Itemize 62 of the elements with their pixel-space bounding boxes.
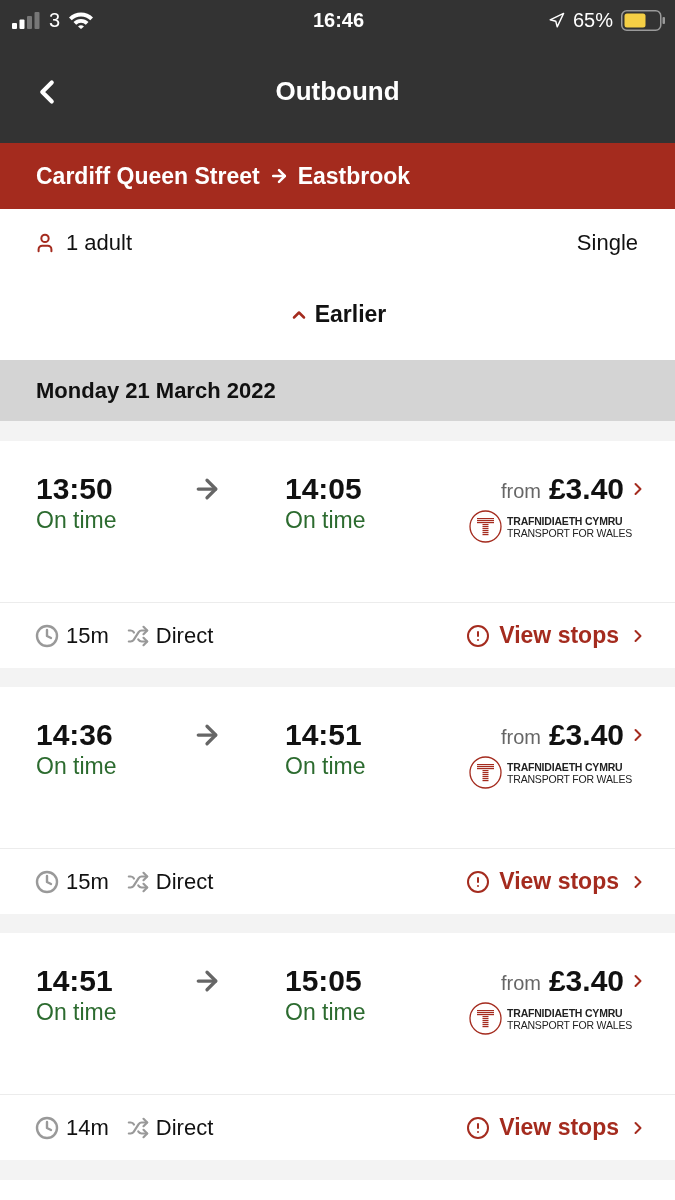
clock-icon	[35, 623, 59, 648]
signal-icon	[12, 11, 40, 29]
price-prefix: from	[500, 479, 541, 503]
arrival-status: On time	[285, 752, 367, 780]
journey-duration: 15m	[66, 622, 109, 649]
departure-time: 14:36	[36, 718, 114, 752]
wifi-icon	[69, 11, 94, 29]
clock-icon	[35, 1115, 59, 1140]
journey-changes: Direct	[155, 1114, 214, 1141]
battery-percent: 65%	[572, 8, 613, 32]
page-title: Outbound	[275, 76, 400, 107]
fare-price: £3.40	[548, 964, 624, 998]
origin-station: Cardiff Queen Street	[36, 162, 260, 190]
operator-name-welsh: TRAFNIDIAETH CYMRU	[507, 760, 624, 773]
price-prefix: from	[500, 971, 541, 995]
journey-changes: Direct	[155, 622, 214, 649]
operator-name-english: TRANSPORT FOR WALES	[507, 772, 632, 785]
t-logo-icon	[469, 756, 503, 789]
date-heading: Monday 21 March 2022	[36, 377, 276, 404]
location-arrow-icon	[547, 11, 565, 29]
operator-name-english: TRANSPORT FOR WALES	[507, 1018, 632, 1031]
ticket-type: Single	[576, 230, 638, 256]
departure-status: On time	[36, 752, 118, 780]
battery-icon	[621, 9, 665, 31]
arrival-status: On time	[285, 506, 367, 534]
operator-name-welsh: TRAFNIDIAETH CYMRU	[507, 514, 624, 527]
arrival-time: 14:51	[285, 718, 363, 752]
operator-name-english: TRANSPORT FOR WALES	[507, 526, 632, 539]
view-stops-link[interactable]: View stops	[466, 868, 648, 895]
journey-changes: Direct	[155, 868, 214, 895]
journey-card[interactable]: 13:50 On time 14:05 On time from £3.40 TRAFNIDIAETH CYMRU TRANSPORT FOR WALES 15m Direct View stops	[0, 441, 675, 668]
journey-duration: 15m	[66, 868, 109, 895]
operator-name-welsh: TRAFNIDIAETH CYMRU	[507, 1006, 624, 1019]
destination-station: Eastbrook	[297, 162, 411, 190]
alert-icon	[466, 623, 491, 648]
passenger-count: 1 adult	[66, 230, 133, 256]
fare-price: £3.40	[548, 718, 624, 752]
view-stops-link[interactable]: View stops	[466, 1114, 648, 1141]
alert-icon	[466, 869, 491, 894]
t-logo-icon	[469, 1002, 503, 1035]
departure-time: 14:51	[36, 964, 114, 998]
departure-status: On time	[36, 506, 118, 534]
shuffle-icon	[126, 624, 149, 647]
alert-icon	[466, 1115, 491, 1140]
carrier-name: 3	[49, 8, 61, 32]
earlier-button[interactable]: Earlier	[288, 301, 387, 328]
view-stops-link[interactable]: View stops	[466, 622, 648, 649]
arrival-status: On time	[285, 998, 367, 1026]
price-prefix: from	[500, 725, 541, 749]
arrival-time: 15:05	[285, 964, 363, 998]
clock-icon	[35, 869, 59, 894]
journey-card[interactable]: 14:36 On time 14:51 On time from £3.40 TRAFNIDIAETH CYMRU TRANSPORT FOR WALES 15m Direct View stops	[0, 687, 675, 914]
shuffle-icon	[126, 1116, 149, 1139]
shuffle-icon	[126, 870, 149, 893]
departure-status: On time	[36, 998, 118, 1026]
departure-time: 13:50	[36, 472, 114, 506]
t-logo-icon	[469, 510, 503, 543]
journey-card[interactable]: 14:51 On time 15:05 On time from £3.40 TRAFNIDIAETH CYMRU TRANSPORT FOR WALES 14m Direct View stops	[0, 933, 675, 1160]
arrival-time: 14:05	[285, 472, 363, 506]
journey-duration: 14m	[66, 1114, 109, 1141]
status-time: 16:46	[312, 8, 365, 32]
fare-price: £3.40	[548, 472, 624, 506]
